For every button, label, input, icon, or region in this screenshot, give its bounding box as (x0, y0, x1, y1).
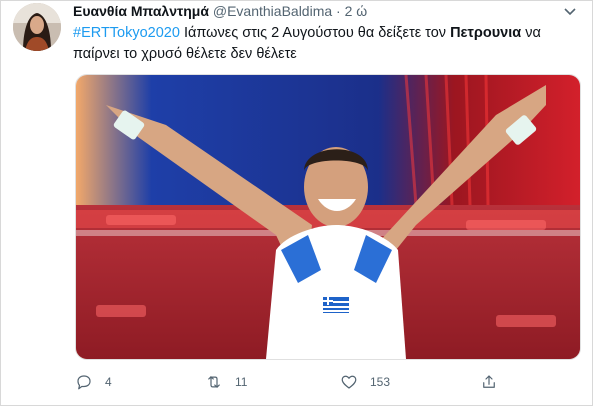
tweet-bold-word: Πετρουνια (450, 25, 522, 41)
gymnast-photo (76, 75, 580, 359)
tweet-header: Ευανθία Μπαλντημά @EvanthiaBaldima · 2 ώ (73, 3, 367, 19)
retweet-button[interactable]: 11 (205, 371, 247, 393)
timestamp[interactable]: 2 ώ (345, 3, 368, 19)
reply-button[interactable]: 4 (75, 371, 112, 393)
tweet-text: #ERTTokyo2020 Ιάπωνες στις 2 Αυγούστου θ… (73, 23, 573, 65)
reply-icon (77, 375, 91, 390)
tweet-actions: 4 11 153 (75, 371, 575, 393)
more-options-icon[interactable] (560, 7, 580, 17)
retweet-count: 11 (235, 375, 248, 389)
tweet-text-part1: Ιάπωνες στις 2 Αυγούστου θα δείξετε τον (179, 25, 451, 41)
reply-count: 4 (105, 375, 112, 389)
like-button[interactable]: 153 (340, 371, 390, 393)
avatar[interactable] (13, 3, 61, 51)
retweet-icon (208, 376, 220, 388)
heart-icon (341, 375, 357, 389)
separator-dot: · (336, 3, 341, 19)
share-button[interactable] (480, 371, 498, 393)
like-count: 153 (370, 375, 391, 389)
user-handle[interactable]: @EvanthiaBaldima (213, 3, 332, 19)
tweet-photo[interactable] (75, 74, 581, 360)
tweet-card[interactable]: Ευανθία Μπαλντημά @EvanthiaBaldima · 2 ώ… (0, 0, 593, 406)
share-icon (483, 375, 495, 388)
display-name[interactable]: Ευανθία Μπαλντημά (73, 3, 209, 19)
hashtag-link[interactable]: #ERTTokyo2020 (73, 25, 180, 41)
